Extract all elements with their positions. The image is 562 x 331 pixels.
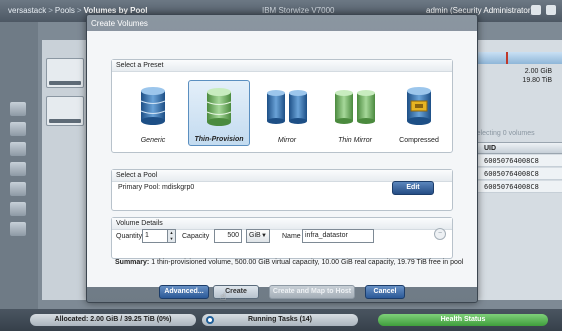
home-nav-icon[interactable] [10,102,26,116]
capacity-meter [470,52,562,64]
pool-section: Select a Pool Primary Pool: mdiskgrp0 Ed… [111,169,453,211]
preset-mirror[interactable]: Mirror [256,80,318,146]
help-icon[interactable] [546,5,556,15]
preset-compressed-label: Compressed [399,137,439,144]
compressed-db-icon [407,87,431,125]
left-nav [0,22,38,309]
preset-mirror-label: Mirror [277,137,297,144]
pools-nav-icon[interactable] [10,142,26,156]
hand-cursor-icon: ☝ [220,292,227,303]
tasks-icon [206,316,214,324]
table-row[interactable]: lo60050764008C8 [470,181,562,193]
advanced-button[interactable]: Advanced... [159,285,209,299]
name-label: Name [282,233,301,240]
volumes-nav-icon[interactable] [10,162,26,176]
preset-section: Select a Preset Generic Thin-Provision M… [111,59,453,153]
volume-details-section: Volume Details Quantity 1 ▲ ▼ Capacity 50… [111,217,453,259]
preset-thin-provision-label: Thin-Provision [194,136,244,143]
primary-pool-text: Primary Pool: mdiskgrp0 [118,184,195,191]
chevron-down-icon: ▼ [261,233,267,239]
preset-compressed[interactable]: Compressed [388,80,450,146]
health-status-pill[interactable]: Health Status [378,314,548,326]
preset-thin-mirror-label: Thin Mirror [338,137,372,144]
create-and-map-button[interactable]: Create and Map to Host [269,285,355,299]
capacity-label: Capacity [182,233,210,240]
preset-section-title: Select a Preset [112,60,452,72]
quantity-input[interactable]: 1 [142,229,168,243]
cancel-button[interactable]: Cancel [365,285,405,299]
uid-cell: 60050764008C8 [484,170,539,178]
breadcrumb-system[interactable]: versastack [8,6,46,15]
capacity-used: 2.00 GiB [524,68,552,75]
preset-generic[interactable]: Generic [122,80,184,146]
capacity-unit-select[interactable]: GiB ▼ [246,229,270,243]
running-tasks-label: Running Tasks (14) [247,316,313,323]
capacity-input[interactable]: 500 [214,229,242,243]
preset-thin-provision[interactable]: Thin-Provision [188,80,250,146]
pool-card[interactable] [46,58,84,88]
quantity-stepper[interactable]: ▲ ▼ [168,229,176,243]
pool-card[interactable] [46,96,84,126]
pool-list-panel [42,40,88,300]
uid-cell: 60050764008C8 [484,157,539,165]
uid-header-label: UID [484,145,497,152]
info-icon[interactable] [531,5,541,15]
preset-thin-mirror[interactable]: Thin Mirror [324,80,386,146]
monitoring-nav-icon[interactable] [10,122,26,136]
mirror-db-icon [267,90,307,124]
breadcrumb-pools[interactable]: Pools [55,6,75,15]
create-volumes-dialog: Create Volumes Select a Preset Generic T… [86,14,478,303]
table-row[interactable]: lo60050764008C8 [470,155,562,167]
hosts-nav-icon[interactable] [10,182,26,196]
name-input[interactable]: infra_datastor [302,229,374,243]
status-bar: Allocated: 2.00 GiB / 39.25 TiB (0%) Run… [0,309,562,331]
capacity-total: 19.80 TiB [522,77,552,84]
remove-volume-icon[interactable]: − [434,228,446,240]
uid-cell: 60050764008C8 [484,183,539,191]
summary-label: Summary: [115,259,150,266]
running-tasks-pill[interactable]: Running Tasks (14) [202,314,358,326]
thin-mirror-db-icon [335,90,375,124]
uid-column-header[interactable]: UID [470,142,562,154]
settings-nav-icon[interactable] [10,222,26,236]
capacity-unit-value: GiB [249,232,261,239]
selection-hint: Selecting 0 volumes [472,130,535,137]
table-row[interactable]: lo60050764008C8 [470,168,562,180]
summary-line: Summary: 1 thin-provisioned volume, 500.… [115,259,463,266]
dialog-title: Create Volumes [91,19,148,28]
dialog-body: Select a Preset Generic Thin-Provision M… [87,31,477,287]
quantity-label: Quantity [116,233,143,240]
allocated-pill[interactable]: Allocated: 2.00 GiB / 39.25 TiB (0%) [30,314,196,326]
access-nav-icon[interactable] [10,202,26,216]
thin-provision-db-icon [206,88,232,126]
summary-text: 1 thin-provisioned volume, 500.00 GiB vi… [151,259,464,266]
preset-generic-label: Generic [140,137,166,144]
generic-db-icon [140,87,166,125]
edit-pool-button[interactable]: Edit [392,181,434,195]
volumes-panel: 2.00 GiB 19.80 TiB Selecting 0 volumes U… [470,40,562,300]
